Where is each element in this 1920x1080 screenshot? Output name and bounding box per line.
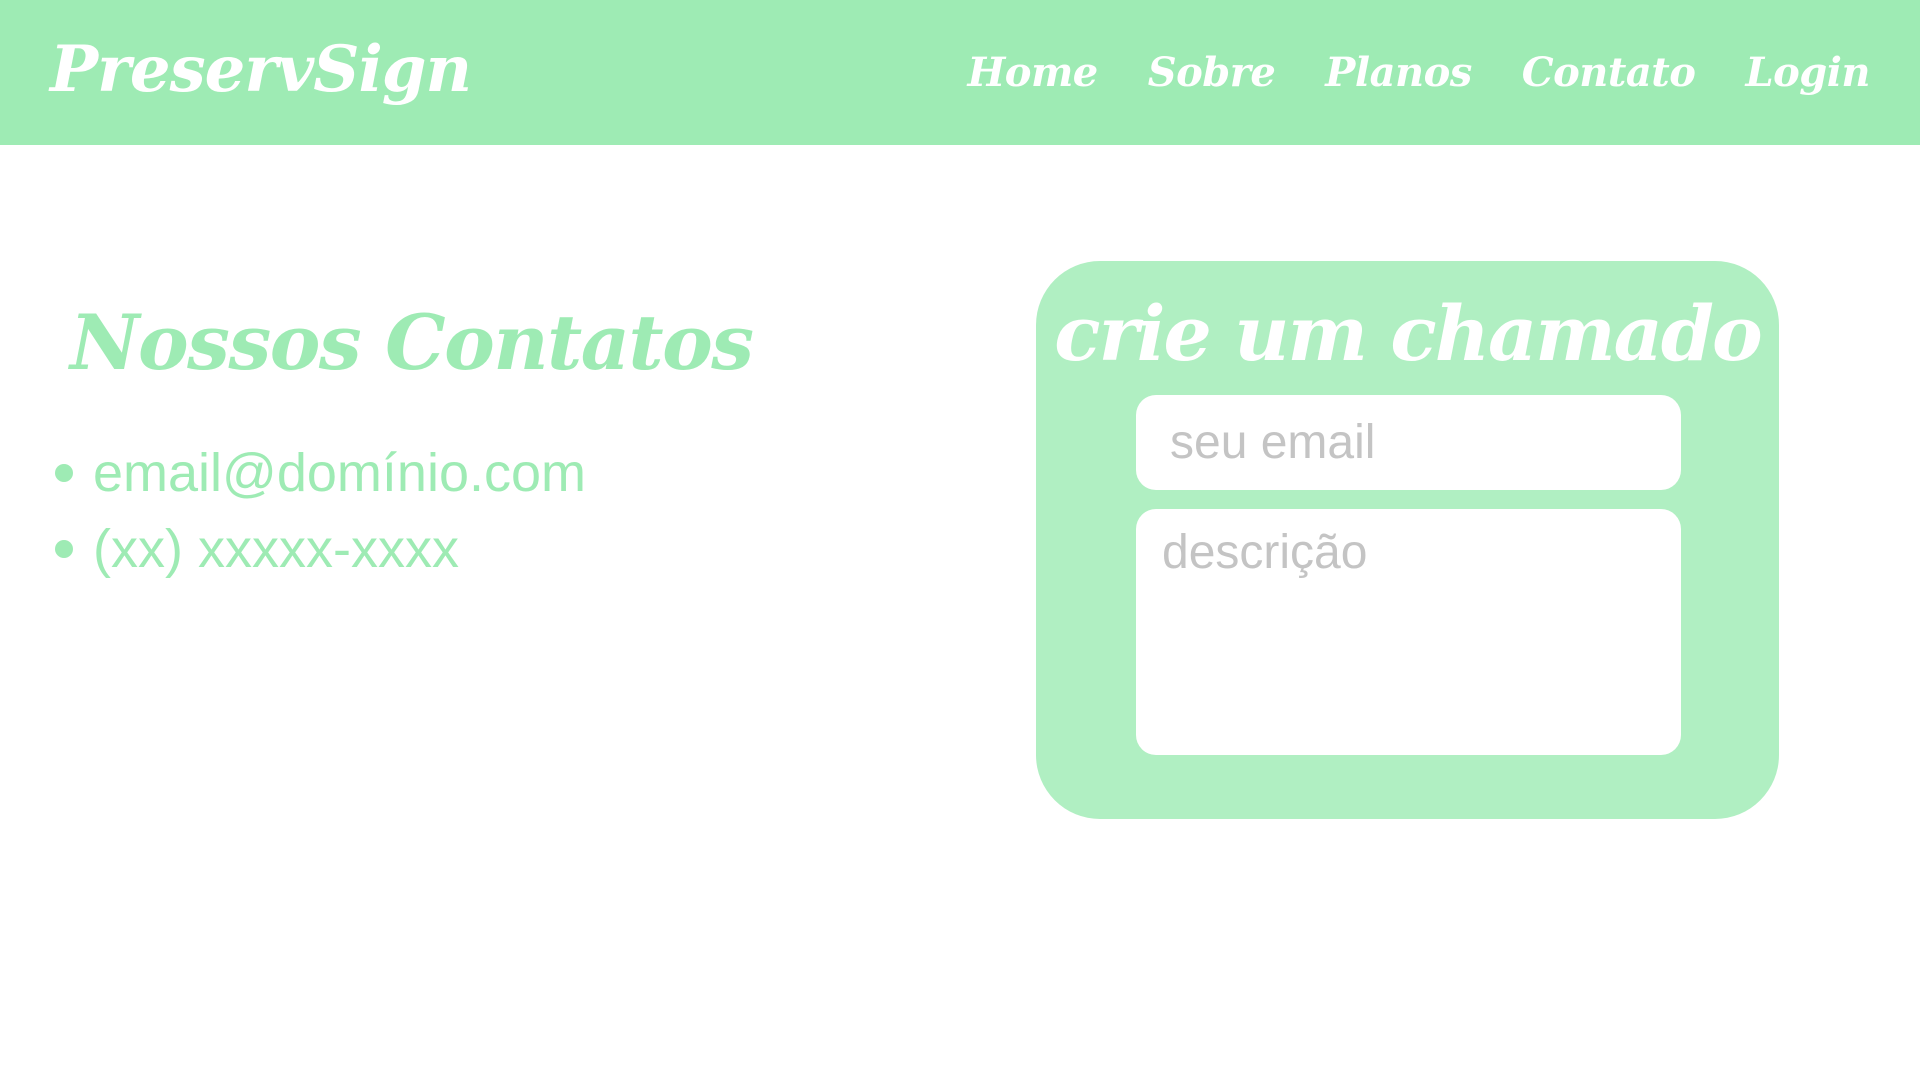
contact-list: email@domínio.com (xx) xxxxx-xxxx xyxy=(55,435,586,587)
bullet-icon xyxy=(55,540,73,558)
ticket-form-title: crie um chamado xyxy=(1054,289,1762,378)
main-nav: Home Sobre Planos Contato Login xyxy=(967,0,1870,145)
brand-logo[interactable]: PreservSign xyxy=(50,22,472,118)
nav-link-planos[interactable]: Planos xyxy=(1325,49,1472,96)
nav-link-login[interactable]: Login xyxy=(1745,49,1870,96)
email-field[interactable] xyxy=(1136,395,1681,490)
contact-phone-item: (xx) xxxxx-xxxx xyxy=(55,511,586,587)
contact-email-item: email@domínio.com xyxy=(55,435,586,511)
contacts-heading: Nossos Contatos xyxy=(70,298,754,387)
ticket-form-card: crie um chamado xyxy=(1036,261,1779,819)
contact-phone-text: (xx) xxxxx-xxxx xyxy=(93,519,459,579)
description-field[interactable] xyxy=(1136,509,1681,755)
contact-email-text: email@domínio.com xyxy=(93,443,586,503)
nav-link-home[interactable]: Home xyxy=(967,49,1098,96)
site-header: PreservSign Home Sobre Planos Contato Lo… xyxy=(0,0,1920,145)
nav-link-contato[interactable]: Contato xyxy=(1522,49,1696,96)
nav-link-sobre[interactable]: Sobre xyxy=(1148,49,1276,96)
bullet-icon xyxy=(55,464,73,482)
